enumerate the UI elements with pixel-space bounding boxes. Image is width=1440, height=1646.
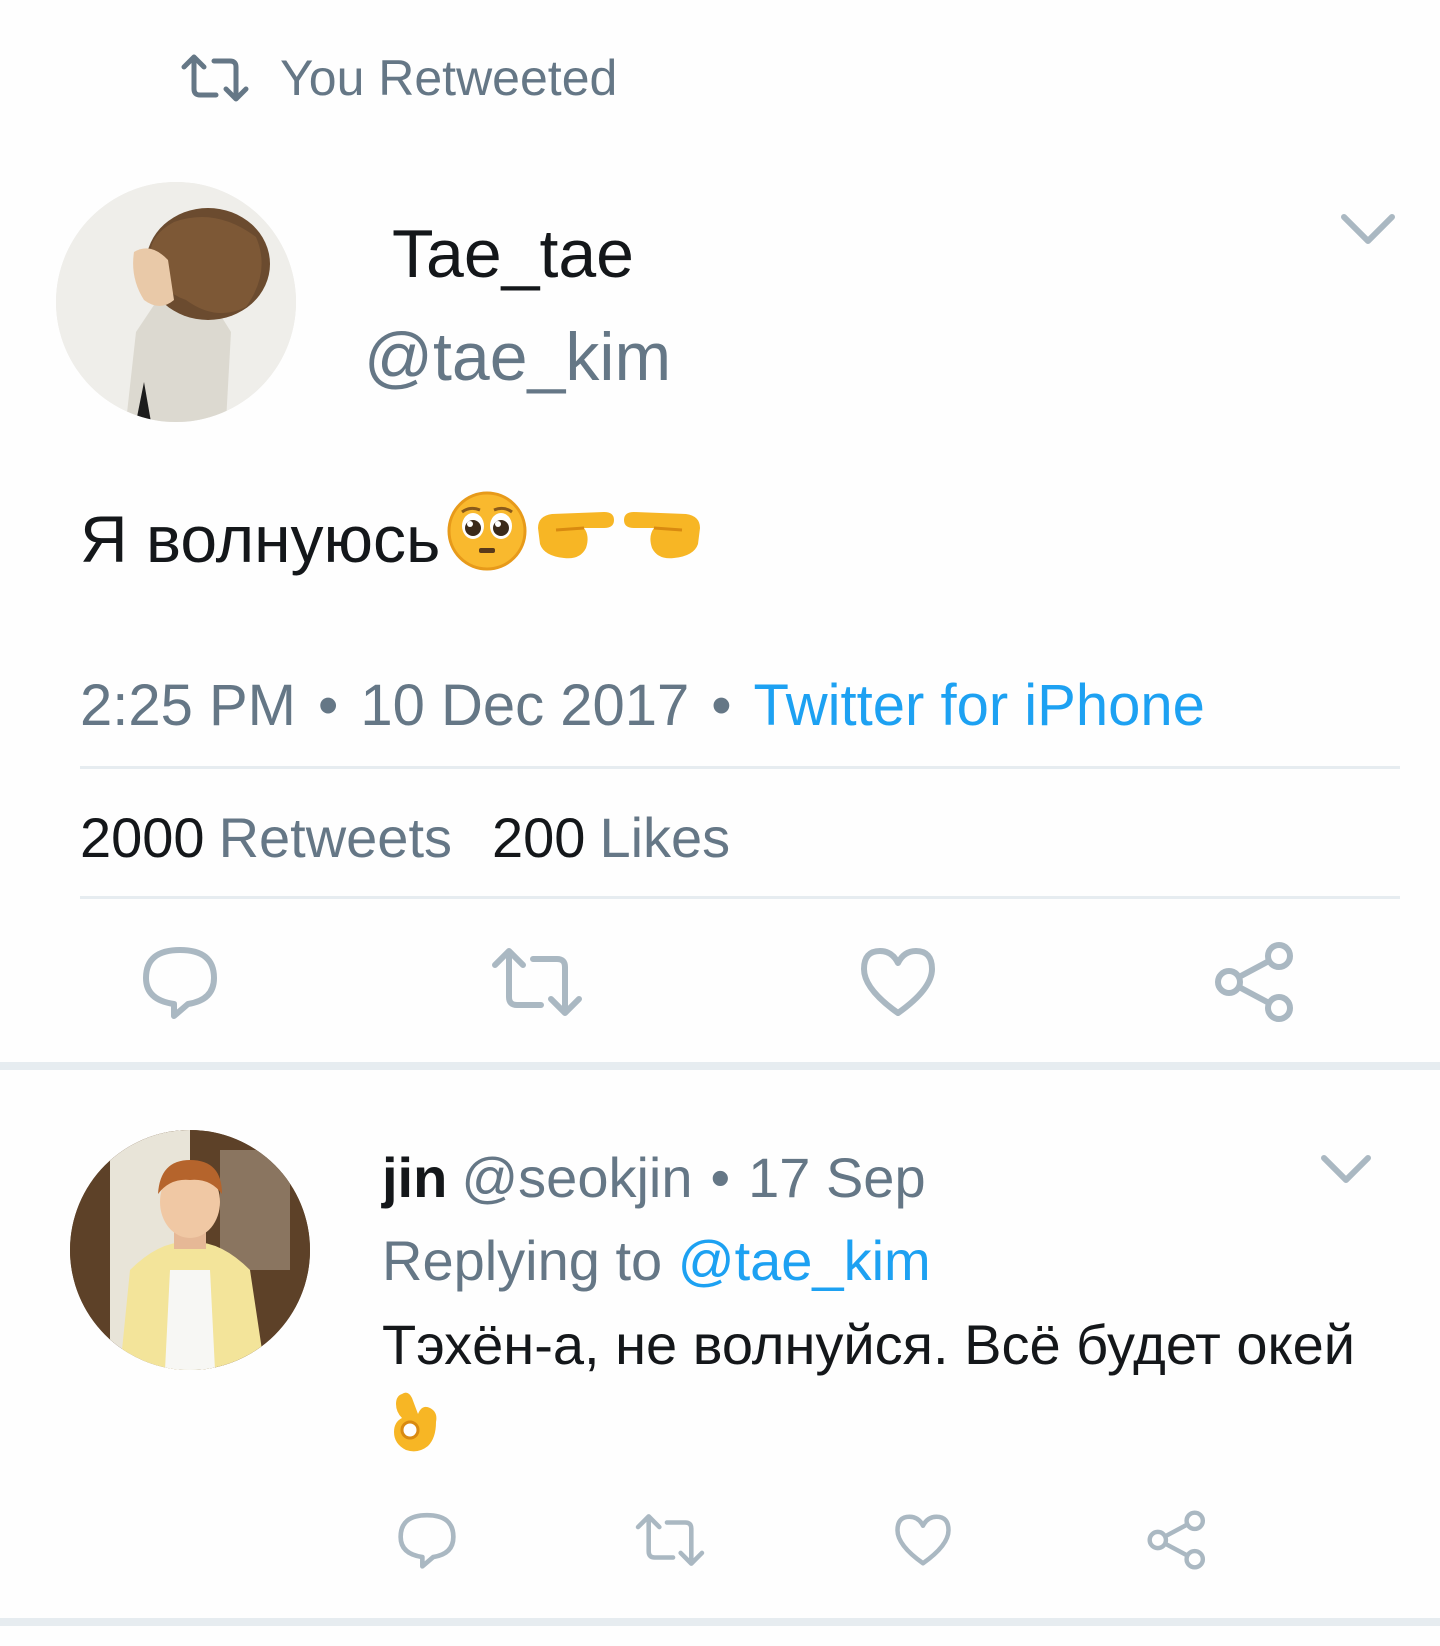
section-separator [0,1618,1440,1626]
likes-count: 200 [492,806,586,869]
section-separator [0,1062,1440,1070]
likes-label: Likes [599,806,731,869]
reply-icon [140,942,220,1022]
chevron-down-icon[interactable] [1338,205,1398,255]
heart-icon [858,945,938,1019]
avatar[interactable] [70,1130,310,1370]
user-handle[interactable]: @tae_kim [364,318,671,396]
likes-stat[interactable]: 200 Likes [492,806,770,869]
replying-to-label: Replying to [382,1229,663,1292]
divider [80,766,1400,769]
reply-user-handle[interactable]: @seokjin [461,1146,692,1209]
share-button[interactable] [1210,937,1300,1027]
retweet-icon [491,947,583,1017]
reply-button[interactable] [392,1505,462,1575]
display-name[interactable]: Tae_tae [392,215,634,293]
reply-header: jin @seokjin • 17 Sep [382,1145,926,1210]
retweet-icon [635,1513,705,1567]
tweet-date: 10 Dec 2017 [360,673,690,738]
share-icon [1213,940,1297,1024]
pleading-face-icon [446,490,528,587]
tweet-source-link[interactable]: Twitter for iPhone [754,673,1205,738]
reply-icon [396,1509,458,1571]
like-button[interactable] [853,937,943,1027]
pointing-left-icon [622,498,704,579]
ok-hand-icon [388,1384,444,1462]
avatar[interactable] [56,182,296,422]
reply-display-name[interactable]: jin [382,1146,447,1209]
separator-dot: • [711,673,732,738]
retweet-context: You Retweeted [180,48,617,108]
retweets-stat[interactable]: 2000 Retweets [80,806,492,869]
share-icon [1146,1509,1208,1571]
tweet-meta: 2:25 PM • 10 Dec 2017 • Twitter for iPhone [80,672,1205,739]
divider [80,896,1400,899]
tweet-stats: 2000 Retweets 200 Likes [80,805,770,870]
reply-tweet-text: Тэхён-а, не волнуйся. Всё будет окей [382,1306,1382,1462]
chevron-down-icon[interactable] [1318,1148,1374,1192]
separator-dot: • [710,1146,731,1209]
pointing-right-icon [534,498,616,579]
like-button[interactable] [888,1505,958,1575]
retweet-button[interactable] [635,1505,705,1575]
retweet-button[interactable] [492,937,582,1027]
reply-button[interactable] [135,937,225,1027]
share-button[interactable] [1142,1505,1212,1575]
reply-tweet-text-body: Тэхён-а, не волнуйся. Всё будет окей [382,1313,1356,1376]
retweet-icon [180,53,250,103]
heart-icon [893,1512,953,1568]
tweet-text-body: Я волнуюсь [80,501,441,576]
retweet-context-label: You Retweeted [280,50,618,106]
separator-dot: • [318,673,339,738]
retweets-count: 2000 [80,806,205,869]
tweet-time: 2:25 PM [80,673,296,738]
retweets-label: Retweets [218,806,453,869]
tweet-text: Я волнуюсь [80,490,704,587]
reply-date[interactable]: 17 Sep [748,1146,926,1209]
replying-to: Replying to @tae_kim [382,1228,931,1293]
replying-to-handle-link[interactable]: @tae_kim [678,1229,931,1292]
